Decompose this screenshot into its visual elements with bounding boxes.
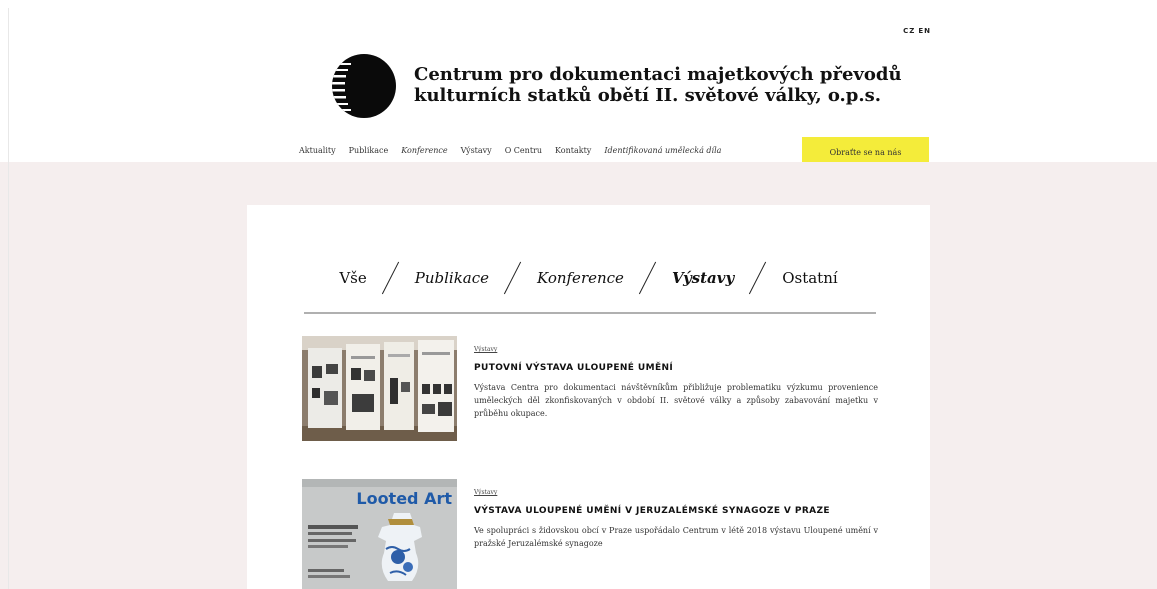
filter-konference[interactable]: Konference [537, 269, 624, 287]
nav-item-o-centru[interactable]: O Centru [505, 146, 542, 155]
exhibition-photo[interactable] [302, 336, 457, 441]
language-switcher: CZ EN [900, 27, 931, 35]
lang-cz-link[interactable]: CZ [903, 27, 915, 35]
filter-separator [750, 261, 766, 295]
filter-publikace[interactable]: Publikace [415, 269, 489, 287]
nav-item-vystavy[interactable]: Výstavy [461, 146, 492, 155]
lang-en-link[interactable]: EN [918, 27, 931, 35]
nav-item-kontakty[interactable]: Kontakty [555, 146, 591, 155]
nav-item-aktuality[interactable]: Aktuality [299, 146, 336, 155]
site-title-line2: kulturních statků obětí II. světové válk… [414, 85, 882, 106]
filter-separator [383, 261, 399, 295]
article-text: Výstavy PUTOVNÍ VÝSTAVA ULOUPENÉ UMĚNÍ V… [474, 336, 878, 420]
article-description: Ve spolupráci s židovskou obcí v Praze u… [474, 526, 878, 548]
nav-item-identifikovana-dila[interactable]: Identifikovaná umělecká díla [604, 146, 721, 155]
nav-item-konference[interactable]: Konference [401, 146, 447, 155]
filter-divider [304, 312, 876, 314]
poster-title: Looted Art [356, 489, 452, 508]
filter-ostatni[interactable]: Ostatní [782, 269, 837, 287]
nav-item-publikace[interactable]: Publikace [349, 146, 389, 155]
category-filter: Vše Publikace Konference Výstavy Ostatní [247, 253, 930, 303]
logo-icon[interactable] [331, 53, 397, 119]
filter-vse[interactable]: Vše [339, 269, 366, 287]
site-title-line1: Centrum pro dokumentaci majetkových přev… [414, 64, 902, 85]
site-header: CZ EN Centrum pro dokumentaci majetkových… [0, 0, 1157, 167]
filter-separator [640, 261, 656, 295]
main-nav: Aktuality Publikace Konference Výstavy O… [299, 143, 734, 157]
article-category[interactable]: Výstavy [474, 489, 497, 496]
looted-art-poster[interactable]: Looted Art [302, 479, 457, 589]
filter-vystavy[interactable]: Výstavy [672, 269, 734, 287]
article-category[interactable]: Výstavy [474, 346, 497, 353]
filter-separator [505, 261, 521, 295]
article-description: Výstava Centra pro dokumentaci návštěvní… [474, 383, 878, 418]
article-text: Výstavy VÝSTAVA ULOUPENÉ UMĚNÍ V JERUZAL… [474, 479, 878, 550]
scan-edge-left [8, 8, 9, 589]
content-panel: Vše Publikace Konference Výstavy Ostatní [247, 205, 930, 589]
site-title[interactable]: Centrum pro dokumentaci majetkových přev… [414, 64, 902, 106]
article-title[interactable]: PUTOVNÍ VÝSTAVA ULOUPENÉ UMĚNÍ [474, 363, 878, 373]
article-title[interactable]: VÝSTAVA ULOUPENÉ UMĚNÍ V JERUZALÉMSKÉ SY… [474, 506, 878, 516]
